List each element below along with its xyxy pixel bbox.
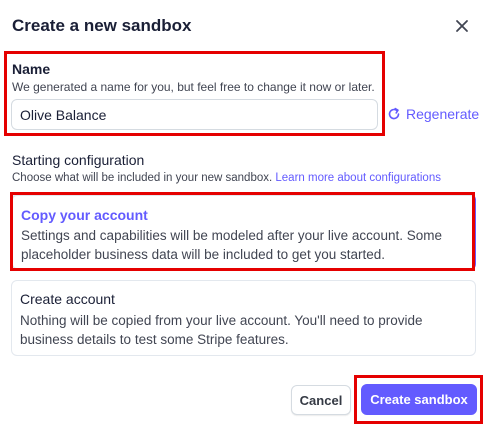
option-create-account[interactable]: Create account Nothing will be copied fr… <box>11 280 476 356</box>
highlight-box-copy-account <box>10 192 475 271</box>
close-icon[interactable] <box>452 16 472 36</box>
regenerate-button[interactable]: Regenerate <box>387 106 479 122</box>
regenerate-label: Regenerate <box>406 106 480 122</box>
dialog-title: Create a new sandbox <box>12 16 192 35</box>
refresh-icon <box>387 107 401 121</box>
learn-more-link[interactable]: Learn more about configurations <box>275 172 441 184</box>
option-description: Nothing will be copied from your live ac… <box>20 313 423 347</box>
config-description-text: Choose what will be included in your new… <box>12 172 273 184</box>
create-sandbox-dialog: Create a new sandbox Name We generated a… <box>0 0 489 427</box>
highlight-box-name <box>4 51 385 136</box>
highlight-box-create-button <box>354 375 483 424</box>
cancel-button[interactable]: Cancel <box>291 385 351 415</box>
starting-configuration-description: Choose what will be included in your new… <box>12 172 441 184</box>
starting-configuration-title: Starting configuration <box>12 152 145 168</box>
option-title: Create account <box>20 291 115 307</box>
